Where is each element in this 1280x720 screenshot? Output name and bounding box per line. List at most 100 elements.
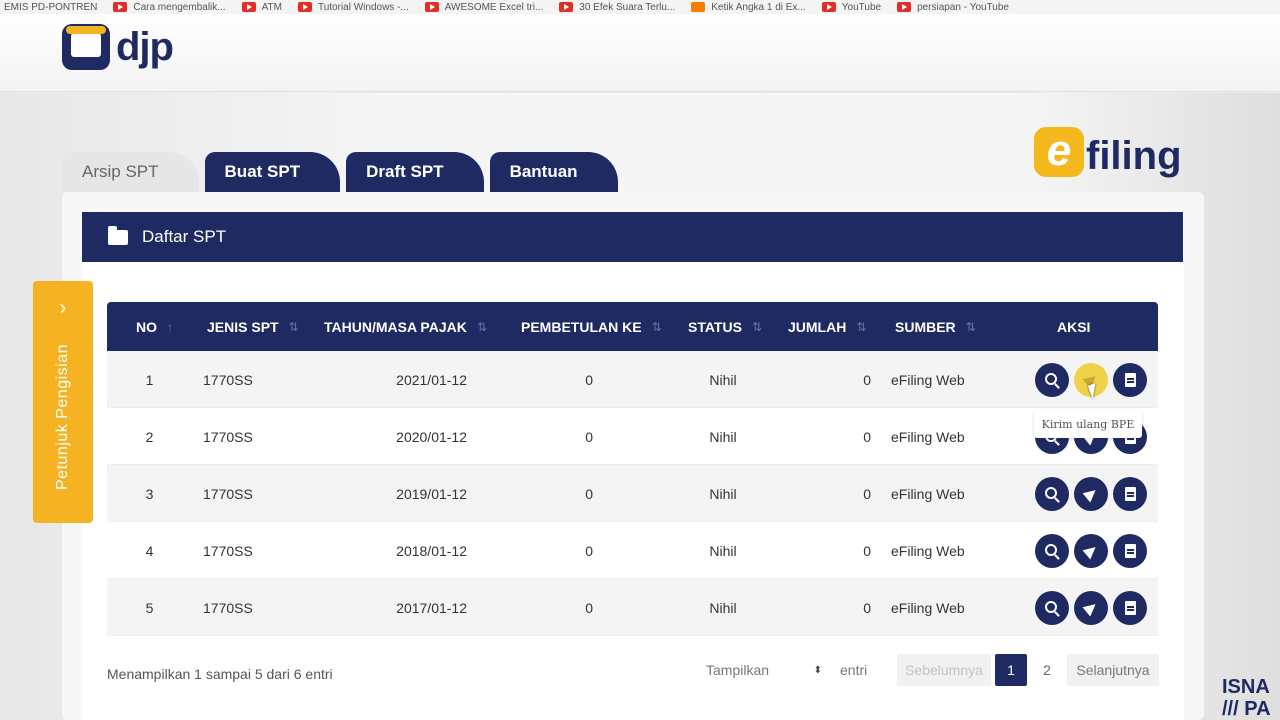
tab-buat-spt[interactable]: Buat SPT bbox=[204, 152, 341, 192]
document-icon bbox=[1124, 372, 1136, 387]
pagination-previous-button[interactable]: Sebelumnya bbox=[897, 654, 991, 686]
cell-aksi bbox=[1035, 465, 1152, 522]
bookmark-label: AWESOME Excel tri... bbox=[444, 1, 544, 13]
cell-jumlah: 0 bbox=[863, 599, 871, 616]
bookmark-item[interactable]: AWESOME Excel tri... bbox=[424, 1, 544, 13]
search-icon bbox=[1045, 486, 1057, 499]
corner-watermark-text: ISNA /// PA bbox=[1222, 676, 1271, 720]
bookmark-label: Tutorial Windows -... bbox=[317, 1, 409, 13]
resend-bpe-button[interactable] bbox=[1074, 590, 1108, 625]
cell-tahun: 2018/01-12 bbox=[396, 542, 467, 559]
cell-jenis: 1770SS bbox=[203, 599, 253, 616]
sort-icon: ⇅ bbox=[476, 319, 487, 334]
select-arrow-icon: ⬍ bbox=[813, 664, 822, 676]
download-button[interactable] bbox=[1113, 590, 1147, 625]
cell-status: Nihil bbox=[709, 371, 737, 388]
cell-jumlah: 0 bbox=[863, 371, 871, 388]
cell-status: Nihil bbox=[709, 542, 737, 559]
tab-draft-spt[interactable]: Draft SPT bbox=[346, 152, 484, 192]
cell-aksi bbox=[1035, 522, 1152, 579]
djp-logo-icon bbox=[62, 24, 110, 70]
column-label: JUMLAH bbox=[788, 318, 847, 335]
cell-sumber: eFiling Web bbox=[891, 599, 965, 616]
table-row: 1 1770SS 2021/01-12 0 Nihil 0 eFiling We… bbox=[107, 351, 1158, 408]
column-header-tahun[interactable]: TAHUN/MASA PAJAK ⇅ bbox=[324, 302, 487, 351]
show-entries-label: Tampilkan bbox=[706, 662, 770, 678]
main-tabs: Arsip SPT Buat SPT Draft SPT Bantuan bbox=[62, 152, 624, 192]
cell-no: 4 bbox=[145, 542, 154, 559]
folder-icon bbox=[108, 225, 128, 245]
cell-status: Nihil bbox=[709, 485, 737, 502]
search-icon bbox=[1045, 372, 1057, 385]
youtube-icon bbox=[897, 2, 912, 12]
cell-no: 2 bbox=[145, 428, 154, 445]
tab-bantuan[interactable]: Bantuan bbox=[489, 152, 618, 192]
sort-icon: ⇅ bbox=[751, 319, 762, 334]
bookmark-item[interactable]: YouTube bbox=[821, 1, 882, 13]
bookmarks-bar: EMIS PD-PONTREN Cara mengembalik... ATM … bbox=[0, 0, 1280, 14]
cell-pembetulan: 0 bbox=[585, 542, 593, 559]
resend-bpe-button[interactable] bbox=[1074, 476, 1108, 511]
bookmark-label: YouTube bbox=[841, 1, 882, 13]
column-label: PEMBETULAN KE bbox=[521, 318, 642, 335]
sort-icon: ⇅ bbox=[288, 319, 299, 334]
bookmark-item[interactable]: 30 Efek Suara Terlu... bbox=[559, 2, 675, 13]
pagination-page-1[interactable]: 1 bbox=[995, 654, 1027, 686]
bookmark-item[interactable]: Cara mengembalik... bbox=[113, 1, 226, 13]
spt-table: NO ↑ JENIS SPT ⇅ TAHUN/MASA PAJAK ⇅ PEMBETU… bbox=[107, 302, 1158, 636]
cell-tahun: 2020/01-12 bbox=[396, 428, 467, 445]
pagination-next-button[interactable]: Selanjutnya bbox=[1067, 654, 1159, 686]
column-header-pembetulan[interactable]: PEMBETULAN KE ⇅ bbox=[521, 302, 662, 351]
download-button[interactable] bbox=[1113, 362, 1147, 397]
cell-sumber: eFiling Web bbox=[891, 371, 965, 388]
youtube-icon bbox=[424, 2, 439, 12]
sort-icon: ⇅ bbox=[856, 319, 867, 334]
bookmark-item[interactable]: persiapan - YouTube bbox=[897, 2, 1009, 13]
corner-watermark: ISNA /// PA bbox=[1222, 676, 1271, 720]
view-button[interactable] bbox=[1035, 362, 1069, 397]
table-row: 5 1770SS 2017/01-12 0 Nihil 0 eFiling We… bbox=[107, 579, 1158, 636]
sort-icon: ↑ bbox=[167, 319, 173, 334]
cell-sumber: eFiling Web bbox=[891, 428, 965, 445]
cell-jumlah: 0 bbox=[863, 542, 871, 559]
bookmark-item[interactable]: Tutorial Windows -... bbox=[297, 1, 409, 13]
bookmark-emis[interactable]: EMIS PD-PONTREN bbox=[4, 2, 97, 13]
search-icon bbox=[1045, 543, 1057, 556]
column-header-no[interactable]: NO ↑ bbox=[136, 302, 173, 351]
document-icon bbox=[1124, 486, 1136, 501]
bookmark-item[interactable]: ATM bbox=[241, 2, 282, 13]
column-label: TAHUN/MASA PAJAK bbox=[324, 318, 467, 335]
resend-bpe-button[interactable] bbox=[1074, 533, 1108, 568]
pagination-page-2[interactable]: 2 bbox=[1032, 654, 1062, 686]
column-header-jumlah[interactable]: JUMLAH ⇅ bbox=[788, 302, 866, 351]
efiling-logo: e filing bbox=[1034, 124, 1182, 179]
petunjuk-pengisian-tab[interactable]: › Petunjuk Pengisian bbox=[33, 281, 93, 523]
bookmark-label: persiapan - YouTube bbox=[917, 1, 1009, 13]
cell-pembetulan: 0 bbox=[585, 599, 593, 616]
table-header: NO ↑ JENIS SPT ⇅ TAHUN/MASA PAJAK ⇅ PEMBETU… bbox=[107, 302, 1158, 351]
view-button[interactable] bbox=[1035, 590, 1069, 625]
download-button[interactable] bbox=[1113, 476, 1147, 511]
panel-header: Daftar SPT bbox=[82, 212, 1183, 262]
column-label: SUMBER bbox=[895, 318, 956, 335]
bookmark-label: Cara mengembalik... bbox=[133, 1, 226, 13]
view-button[interactable] bbox=[1035, 533, 1069, 568]
entries-per-page-select[interactable]: ⬍ bbox=[780, 654, 832, 686]
djp-logo[interactable]: djp bbox=[62, 24, 174, 70]
bookmark-label: Ketik Angka 1 di Ex... bbox=[711, 1, 806, 13]
send-icon bbox=[1082, 485, 1100, 502]
column-header-sumber[interactable]: SUMBER ⇅ bbox=[895, 302, 976, 351]
table-row: 2 1770SS 2020/01-12 0 Nihil 0 eFiling We… bbox=[107, 408, 1158, 465]
document-icon bbox=[1124, 600, 1136, 615]
cell-jenis: 1770SS bbox=[203, 371, 253, 388]
view-button[interactable] bbox=[1035, 476, 1069, 511]
column-header-status[interactable]: STATUS ⇅ bbox=[688, 302, 762, 351]
download-button[interactable] bbox=[1113, 533, 1147, 568]
column-header-jenis[interactable]: JENIS SPT ⇅ bbox=[207, 302, 299, 351]
cell-aksi bbox=[1035, 579, 1152, 636]
document-icon bbox=[1124, 543, 1136, 558]
bookmark-item[interactable]: Ketik Angka 1 di Ex... bbox=[691, 2, 806, 13]
youtube-icon bbox=[297, 2, 312, 12]
column-label: NO bbox=[136, 318, 157, 335]
tab-arsip-spt[interactable]: Arsip SPT bbox=[62, 152, 199, 192]
